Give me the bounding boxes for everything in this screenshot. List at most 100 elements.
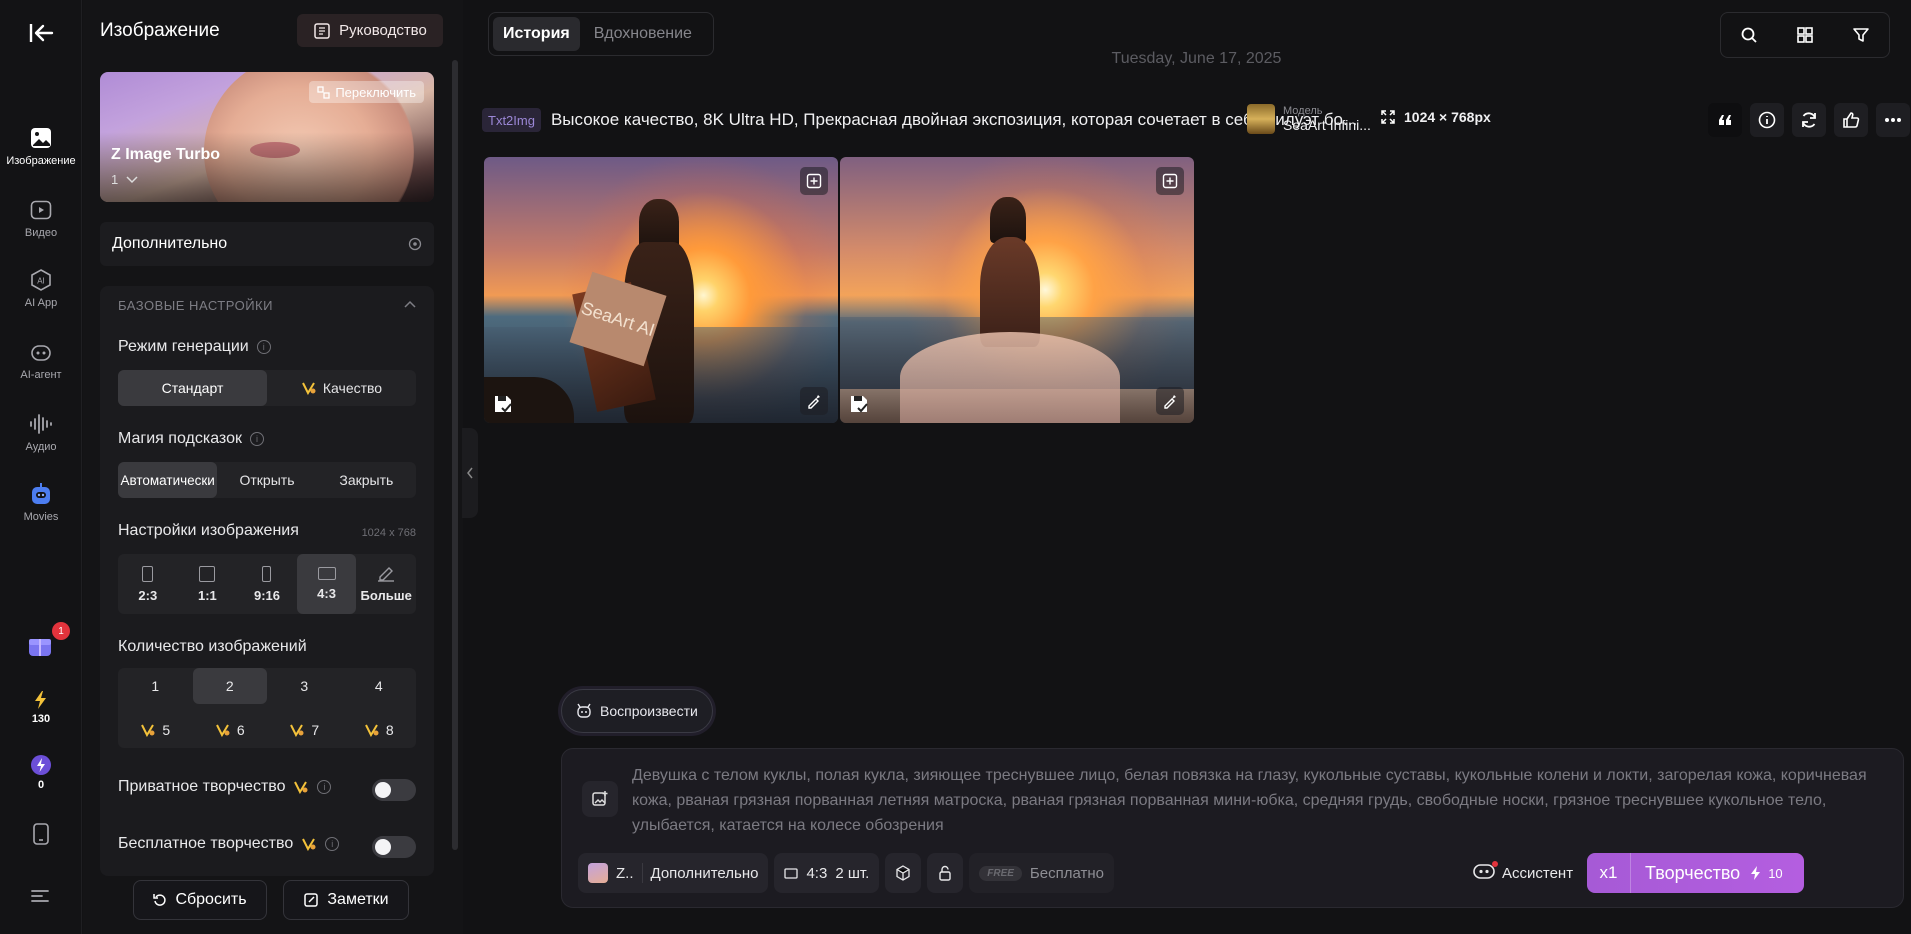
menu-icon[interactable] (30, 888, 50, 909)
record-model[interactable]: Модель SeaArt Infini... (1247, 104, 1371, 134)
panel-scrollbar[interactable] (447, 0, 463, 934)
regenerate-button[interactable] (1792, 103, 1826, 137)
count-6[interactable]: 6 (193, 712, 268, 748)
count-8[interactable]: 8 (342, 712, 417, 748)
panel-footer: Сбросить Заметки (83, 878, 463, 934)
ratio-count-chip[interactable]: 4:3 2 шт. (774, 853, 880, 893)
count-5[interactable]: 5 (118, 712, 193, 748)
add-to-board-button[interactable] (1156, 167, 1184, 195)
generated-image-2[interactable] (840, 157, 1194, 423)
model-avatar (588, 863, 608, 883)
mobile-icon[interactable] (31, 822, 51, 851)
ai-app-icon: AI (31, 269, 51, 291)
quote-button[interactable] (1708, 103, 1742, 137)
notes-label: Заметки (327, 891, 389, 908)
notes-icon (304, 893, 319, 907)
switch-model-button[interactable]: Переключить (309, 81, 424, 103)
composer-count: 2 шт. (835, 864, 870, 882)
composer-ratio: 4:3 (806, 864, 828, 882)
gift-icon[interactable] (26, 630, 54, 663)
premium-badge-icon (364, 724, 379, 737)
chevron-up-icon[interactable] (404, 300, 416, 308)
back-icon[interactable] (24, 18, 58, 48)
rail-item-image[interactable]: Изображение (0, 126, 82, 167)
ratio-1-1[interactable]: 1:1 (178, 554, 238, 614)
advanced-row[interactable]: Дополнительно (100, 222, 434, 266)
count-label: 8 (385, 722, 394, 738)
ratio-9-16[interactable]: 9:16 (237, 554, 297, 614)
model-thumbnail (1247, 104, 1275, 134)
model-card[interactable]: Переключить Z Image Turbo 1 (100, 72, 434, 202)
multiplier[interactable]: x1 (1587, 853, 1631, 893)
ratio-2-3[interactable]: 2:3 (118, 554, 178, 614)
prompt-magic-close[interactable]: Закрыть (317, 462, 416, 498)
collapse-panel-handle[interactable] (462, 428, 478, 518)
assistant-button[interactable]: Ассистент (1472, 853, 1573, 893)
edit-image-button[interactable] (1156, 387, 1184, 415)
prompt-input[interactable]: Девушка с телом куклы, полая кукла, зияю… (632, 763, 1882, 838)
count-2[interactable]: 2 (192, 668, 267, 704)
tab-inspiration[interactable]: Вдохновение (584, 17, 702, 51)
saved-icon[interactable] (490, 391, 516, 417)
reset-button[interactable]: Сбросить (133, 880, 267, 920)
unlock-icon (939, 865, 951, 881)
history-date: Tuesday, June 17, 2025 (1111, 50, 1282, 67)
gen-mode-standard[interactable]: Стандарт (118, 370, 267, 406)
count-1[interactable]: 1 (118, 668, 193, 704)
rail-item-ai-agent[interactable]: AI-агент (0, 340, 82, 381)
info-icon[interactable]: i (249, 432, 264, 446)
model-settings-chip[interactable]: Z.. Дополнительно (578, 853, 769, 893)
ratio-label: 2:3 (138, 587, 158, 603)
divider (641, 863, 643, 883)
scrollbar-thumb[interactable] (452, 60, 458, 850)
prompt-magic-auto[interactable]: Автоматически (118, 462, 218, 498)
free-label-text: Бесплатное творчество (118, 835, 294, 852)
model-version-select[interactable]: 1 (111, 172, 138, 187)
count-label: 7 (311, 722, 320, 738)
info-button[interactable] (1750, 103, 1784, 137)
bonus-credits[interactable]: 0 (0, 754, 82, 791)
ratio-shape (142, 565, 154, 582)
free-mode-chip[interactable]: FREE Бесплатно (969, 853, 1114, 893)
ratio-label: 4:3 (317, 586, 336, 601)
count-4[interactable]: 4 (342, 668, 417, 704)
robot-play-icon (577, 703, 591, 718)
ratio-4-3[interactable]: 4:3 (296, 554, 357, 614)
play-button[interactable]: Воспроизвести (561, 689, 713, 733)
edit-image-button[interactable] (800, 387, 828, 415)
style-chip[interactable] (885, 853, 922, 893)
credits[interactable]: 130 (0, 690, 82, 725)
privacy-chip[interactable] (927, 853, 964, 893)
guide-button[interactable]: Руководство (297, 14, 443, 47)
free-creation-toggle[interactable] (372, 836, 416, 858)
add-image-button[interactable] (582, 781, 618, 817)
record-dimensions: 1024 × 768px (1380, 109, 1491, 125)
count-3[interactable]: 3 (267, 668, 342, 704)
tab-history[interactable]: История (493, 17, 580, 51)
notes-button[interactable]: Заметки (283, 880, 409, 920)
saved-icon[interactable] (846, 391, 872, 417)
rail-item-movies[interactable]: Movies (0, 480, 82, 523)
like-button[interactable] (1834, 103, 1868, 137)
composer-advanced[interactable]: Дополнительно (651, 865, 759, 882)
search-icon[interactable] (1740, 26, 1758, 44)
prompt-magic-open[interactable]: Открыть (217, 462, 316, 498)
filter-icon[interactable] (1852, 26, 1870, 44)
info-icon[interactable]: i (317, 780, 332, 794)
count-7[interactable]: 7 (267, 712, 342, 748)
grid-icon[interactable] (1796, 26, 1814, 44)
more-button[interactable] (1876, 103, 1910, 137)
info-icon[interactable]: i (256, 340, 271, 354)
count-label: 5 (162, 722, 171, 738)
ratio-more[interactable]: Больше (356, 554, 416, 614)
info-icon[interactable]: i (325, 837, 340, 851)
rail-item-audio[interactable]: Аудио (0, 412, 82, 453)
generated-image-1[interactable]: SeaArt AI (484, 157, 838, 423)
add-to-board-button[interactable] (800, 167, 828, 195)
create-button[interactable]: x1 Творчество 10 (1587, 853, 1804, 893)
private-creation-toggle[interactable] (372, 779, 416, 801)
rail-item-ai-app[interactable]: AI AI App (0, 268, 82, 309)
count-label: 6 (236, 722, 245, 738)
rail-item-video[interactable]: Видео (0, 198, 82, 239)
gen-mode-quality[interactable]: Качество (267, 370, 416, 406)
